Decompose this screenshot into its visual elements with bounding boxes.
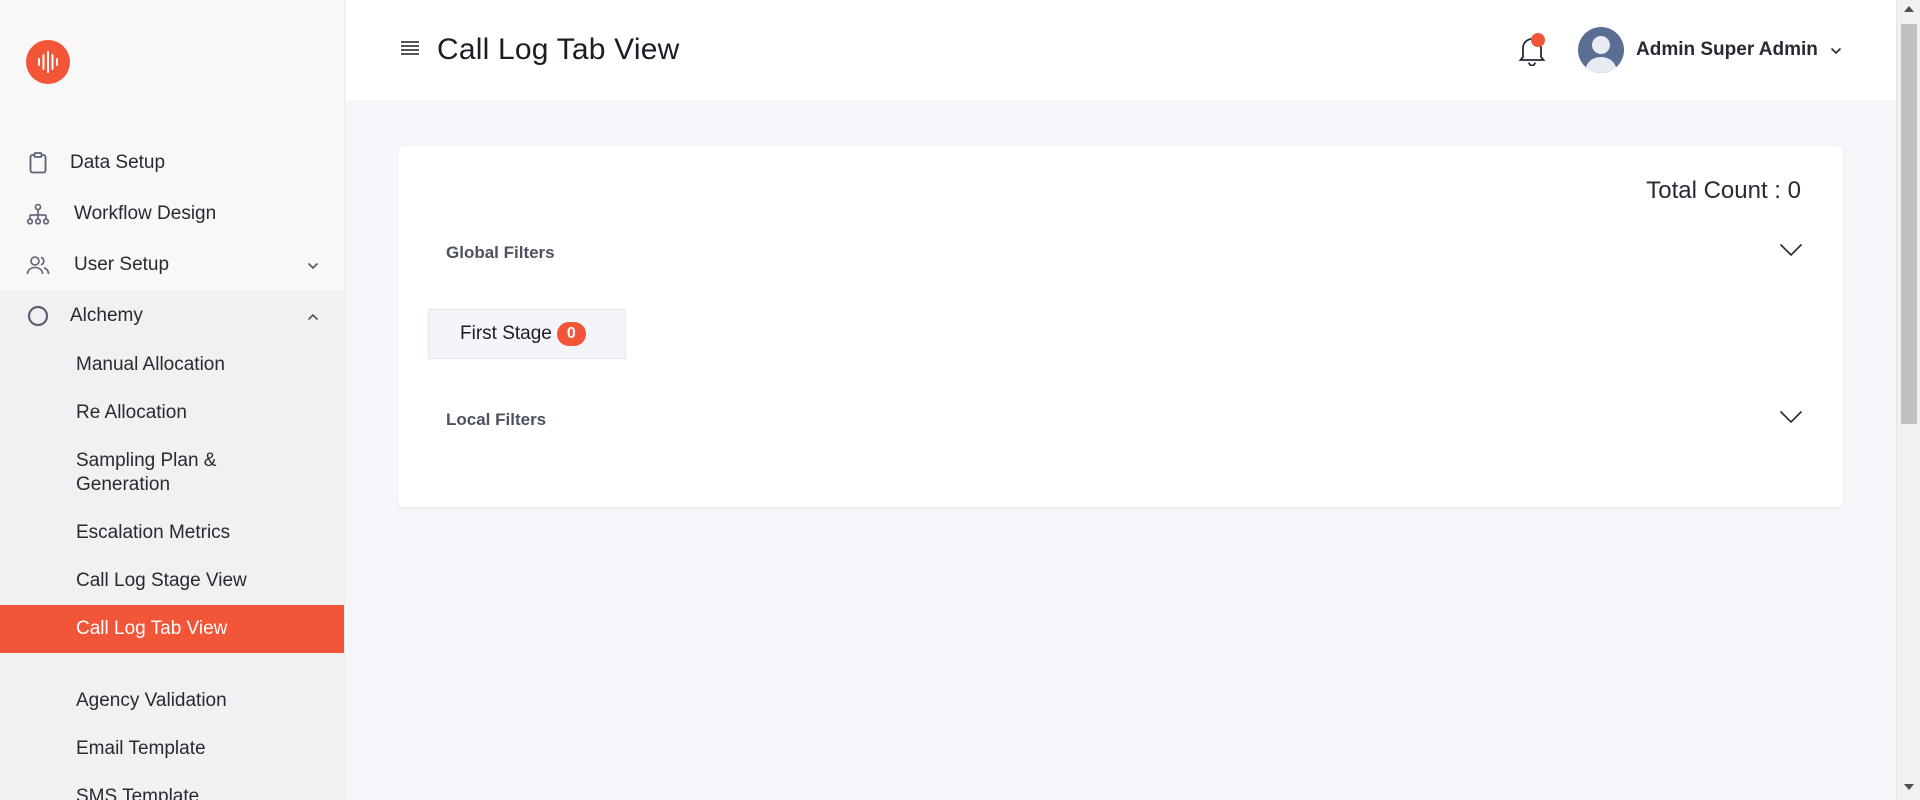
local-filters-label: Local Filters [446, 410, 547, 429]
sidebar: Data Setup Workflow Design User Setup Al… [0, 0, 345, 800]
sidebar-subitem-label: Manual Allocation [76, 354, 225, 375]
chevron-down-icon[interactable] [1830, 42, 1842, 60]
sidebar-subitem-escalation-metrics[interactable]: Escalation Metrics [0, 509, 344, 557]
sidebar-subitem-call-log-stage-view[interactable]: Call Log Stage View [0, 557, 344, 605]
filters-card: Total Count : 0 Global Filters First Sta… [398, 146, 1843, 507]
chevron-down-icon [307, 254, 319, 276]
sidebar-subitem-agency-validation[interactable]: Agency Validation [0, 677, 344, 725]
chevron-up-icon [307, 305, 319, 327]
top-header: Call Log Tab View Admin Super Admin [346, 0, 1896, 100]
sidebar-subitem-label: Call Log Stage View [76, 570, 247, 591]
sidebar-subitem-label: Sampling Plan & Generation [76, 450, 217, 495]
page-title: Call Log Tab View [437, 33, 680, 66]
avatar[interactable] [1578, 27, 1624, 73]
sidebar-subitem-email-template[interactable]: Email Template [0, 725, 344, 773]
scrollbar-thumb[interactable] [1901, 24, 1917, 424]
sidebar-item-label: Workflow Design [74, 202, 217, 224]
submenu-spacer [0, 653, 344, 677]
circle-icon [26, 304, 50, 328]
page-scrollbar[interactable] [1896, 0, 1920, 800]
notification-dot [1531, 33, 1545, 47]
sidebar-subitem-re-allocation[interactable]: Re Allocation [0, 389, 344, 437]
sidebar-subitem-label: Escalation Metrics [76, 522, 231, 543]
sidebar-subitem-call-log-tab-view[interactable]: Call Log Tab View [0, 605, 344, 653]
sound-wave-icon [38, 51, 58, 73]
local-filters-toggle[interactable]: Local Filters [446, 405, 1803, 435]
users-icon [26, 253, 50, 277]
stage-count-badge: 0 [556, 322, 586, 346]
stage-tab-label: First Stage [460, 323, 552, 344]
sidebar-item-label: Data Setup [70, 151, 166, 173]
sidebar-subitem-sms-template[interactable]: SMS Template [0, 773, 344, 800]
sidebar-item-label: User Setup [74, 253, 170, 275]
global-filters-toggle[interactable]: Global Filters [446, 238, 1803, 268]
total-count: Total Count : 0 [1646, 177, 1801, 204]
hierarchy-icon [26, 202, 50, 226]
sidebar-menu: Data Setup Workflow Design User Setup Al… [0, 137, 344, 800]
sidebar-subitem-label: Call Log Tab View [76, 618, 228, 639]
user-silhouette-icon [1585, 36, 1617, 73]
sidebar-item-label: Alchemy [70, 304, 143, 326]
chevron-down-icon [1779, 410, 1803, 429]
chevron-down-icon [1779, 243, 1803, 262]
clipboard-icon [26, 151, 50, 175]
sidebar-item-workflow-design[interactable]: Workflow Design [0, 188, 344, 239]
global-filters-label: Global Filters [446, 243, 555, 262]
sidebar-item-alchemy[interactable]: Alchemy [0, 290, 344, 341]
sidebar-item-data-setup[interactable]: Data Setup [0, 137, 344, 188]
sidebar-subitem-label: Agency Validation [76, 690, 227, 711]
tab-first-stage[interactable]: First Stage 0 [428, 309, 626, 359]
sidebar-item-user-setup[interactable]: User Setup [0, 239, 344, 290]
sidebar-subitem-manual-allocation[interactable]: Manual Allocation [0, 341, 344, 389]
sidebar-subitem-label: Email Template [76, 738, 206, 759]
user-name[interactable]: Admin Super Admin [1636, 39, 1818, 61]
sidebar-subitem-label: SMS Template [76, 786, 200, 800]
hamburger-menu-icon[interactable] [400, 40, 420, 61]
sidebar-subitem-label: Re Allocation [76, 402, 187, 423]
scroll-up-arrow-icon[interactable] [1904, 6, 1914, 12]
app-logo[interactable] [26, 40, 70, 84]
sidebar-subitem-sampling-plan[interactable]: Sampling Plan & Generation [0, 437, 344, 509]
scroll-down-arrow-icon[interactable] [1904, 784, 1914, 790]
alchemy-submenu: Manual Allocation Re Allocation Sampling… [0, 341, 344, 800]
